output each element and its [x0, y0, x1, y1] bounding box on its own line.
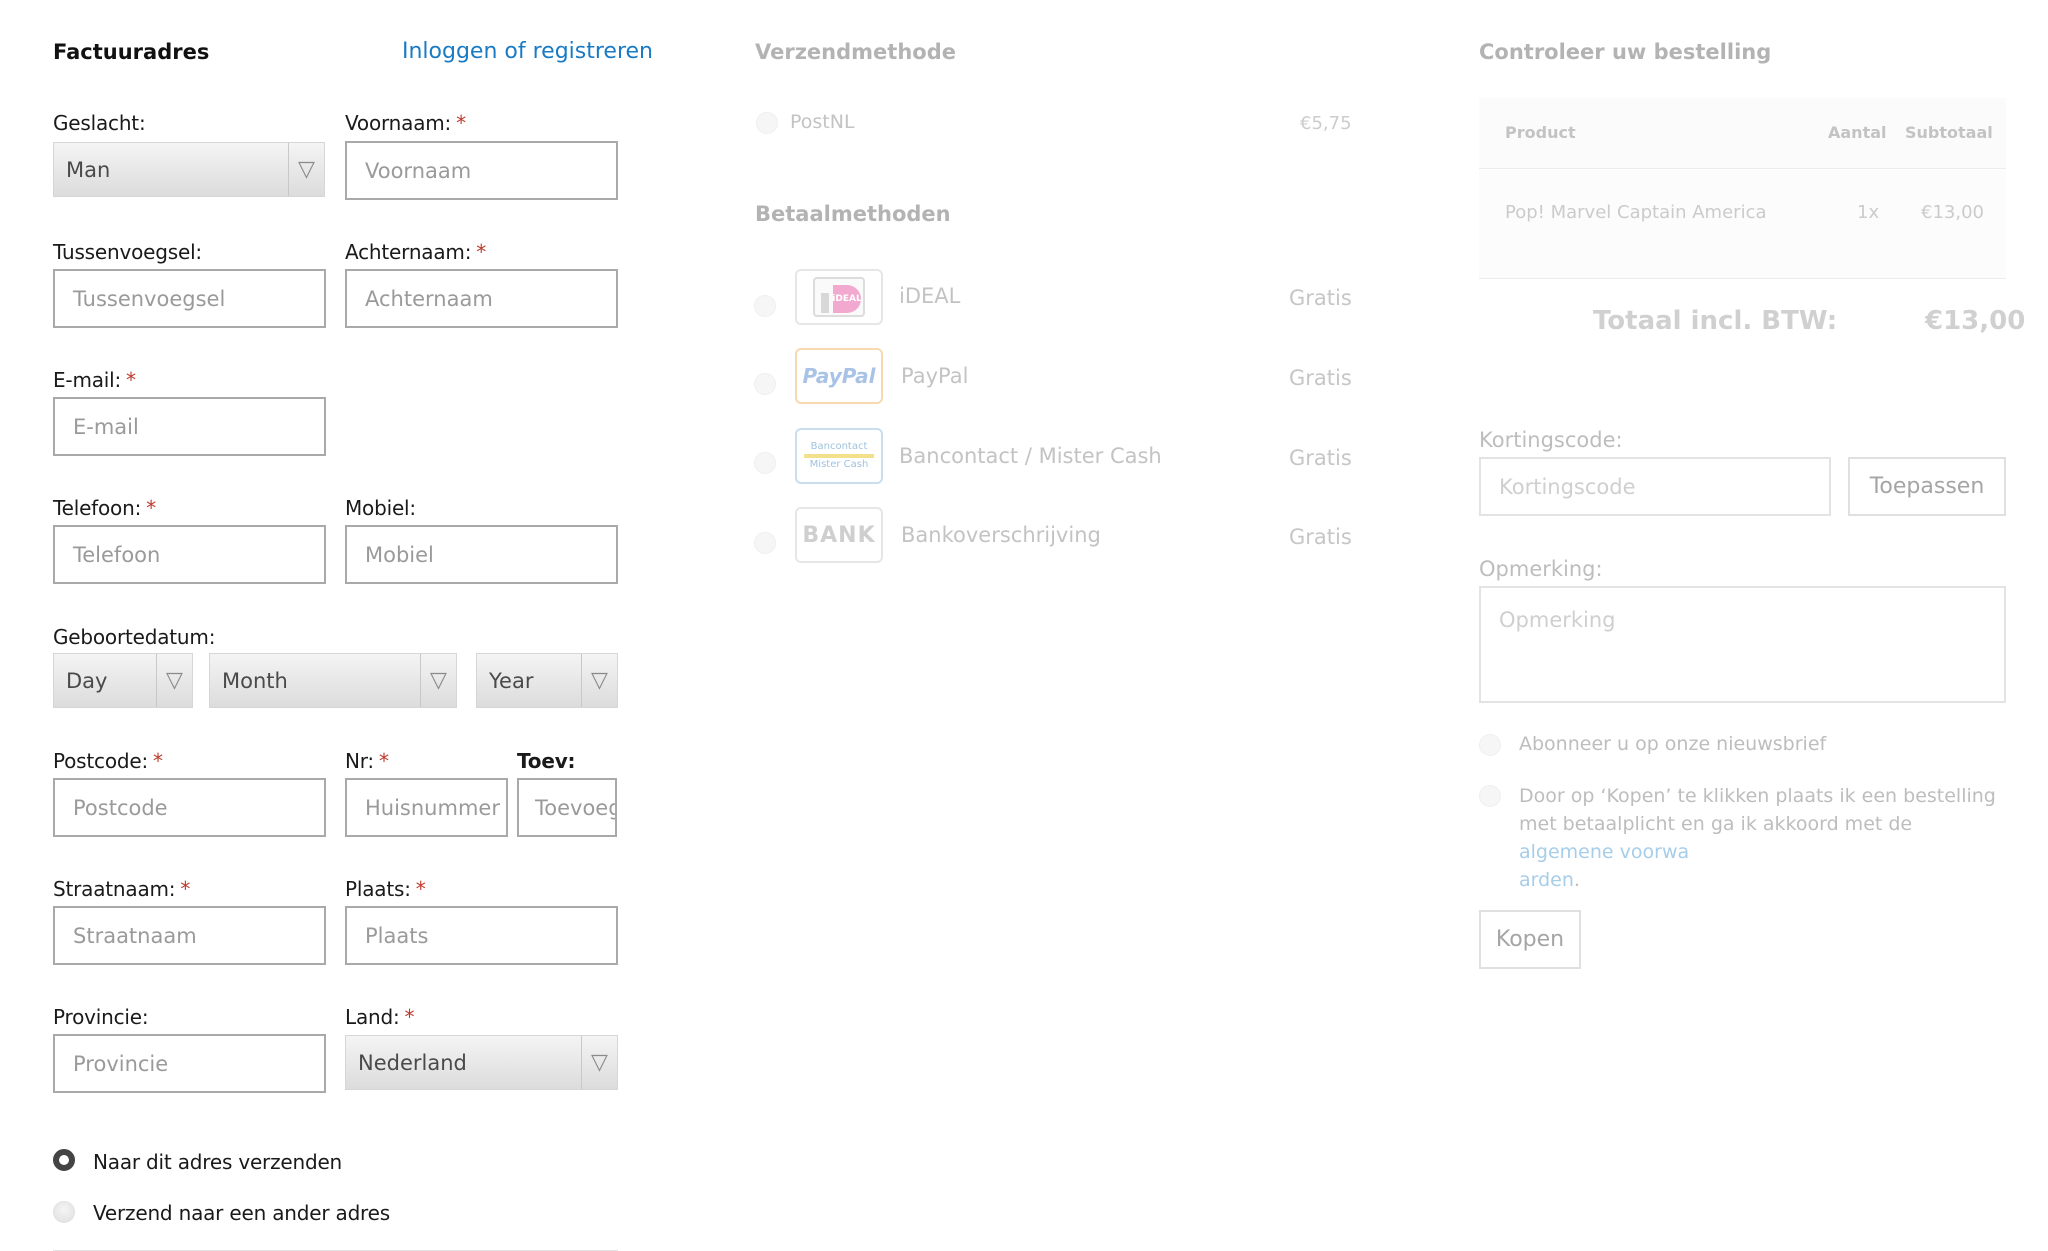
addition-label: Toev:	[517, 749, 576, 773]
province-label: Provincie:	[53, 1005, 149, 1029]
ideal-logo-text: iDEAL	[832, 285, 862, 313]
bancontact-logo-bottom: Mister Cash	[809, 459, 869, 470]
mobile-input[interactable]: Mobiel	[345, 525, 618, 584]
lastname-label: Achternaam: *	[345, 240, 487, 264]
city-label: Plaats: *	[345, 877, 426, 901]
ideal-logo: iDEAL	[795, 269, 883, 325]
newsletter-label: Abonneer u op onze nieuwsbrief	[1519, 733, 1827, 755]
buy-button[interactable]: Kopen	[1479, 910, 1581, 969]
review-title: Controleer uw bestelling	[1479, 40, 1772, 64]
addition-input[interactable]: Toevoeging	[517, 778, 617, 837]
infix-label: Tussenvoegsel:	[53, 240, 202, 264]
bank-price: Gratis	[1289, 525, 1352, 549]
chevron-down-icon: ▽	[420, 654, 456, 707]
mobile-label: Mobiel:	[345, 496, 416, 520]
terms-checkbox[interactable]	[1479, 785, 1501, 807]
housenumber-input[interactable]: Huisnummer	[345, 778, 508, 837]
newsletter-checkbox[interactable]	[1479, 734, 1501, 756]
birth-day-select[interactable]: Day ▽	[53, 653, 193, 708]
bank-label: Bankoverschrijving	[901, 523, 1101, 547]
ship-same-label: Naar dit adres verzenden	[93, 1150, 343, 1174]
postnl-label: PostNL	[790, 111, 855, 133]
gender-value: Man	[66, 157, 111, 182]
apply-coupon-button[interactable]: Toepassen	[1848, 457, 2006, 516]
province-input[interactable]: Provincie	[53, 1034, 326, 1093]
row-qty: 1x	[1857, 202, 1880, 223]
paypal-logo: PayPal	[795, 348, 883, 404]
paypal-radio[interactable]	[754, 373, 776, 395]
bank-logo: BANK	[795, 507, 883, 563]
remark-label: Opmerking:	[1479, 557, 1603, 581]
bancontact-logo: Bancontact Mister Cash	[795, 428, 883, 484]
bancontact-logo-top: Bancontact	[810, 441, 868, 452]
shipping-title: Verzendmethode	[755, 40, 956, 64]
street-label: Straatnaam: *	[53, 877, 191, 901]
birth-month-select[interactable]: Month ▽	[209, 653, 457, 708]
terms-link[interactable]: algemene voorwa	[1519, 841, 1689, 863]
birth-year-select[interactable]: Year ▽	[476, 653, 618, 708]
country-label: Land: *	[345, 1005, 415, 1029]
bank-radio[interactable]	[754, 532, 776, 554]
paypal-label: PayPal	[901, 364, 969, 388]
infix-input[interactable]: Tussenvoegsel	[53, 269, 326, 328]
chevron-down-icon: ▽	[581, 1036, 617, 1089]
login-register-link[interactable]: Inloggen of registreren	[402, 39, 653, 64]
phone-input[interactable]: Telefoon	[53, 525, 326, 584]
postcode-input[interactable]: Postcode	[53, 778, 326, 837]
postnl-price: €5,75	[1300, 113, 1352, 134]
postnl-radio[interactable]	[756, 112, 778, 134]
chevron-down-icon: ▽	[581, 654, 617, 707]
city-input[interactable]: Plaats	[345, 906, 618, 965]
coupon-input[interactable]: Kortingscode	[1479, 457, 1831, 516]
paypal-logo-text: PayPal	[802, 364, 876, 388]
email-input[interactable]: E-mail	[53, 397, 326, 456]
ideal-radio[interactable]	[754, 295, 776, 317]
firstname-label: Voornaam: *	[345, 111, 466, 135]
country-select[interactable]: Nederland ▽	[345, 1035, 618, 1090]
ideal-label: iDEAL	[899, 284, 961, 308]
row-product: Pop! Marvel Captain America	[1505, 202, 1767, 223]
col-qty: Aantal	[1828, 123, 1887, 142]
housenumber-label: Nr: *	[345, 749, 389, 773]
bancontact-label: Bancontact / Mister Cash	[899, 444, 1162, 468]
ship-other-radio[interactable]	[53, 1201, 75, 1223]
gender-label: Geslacht:	[53, 111, 146, 135]
birthdate-label: Geboortedatum:	[53, 625, 216, 649]
billing-title: Factuuradres	[53, 40, 210, 64]
terms-text: Door op ‘Kopen’ te klikken plaats ik een…	[1519, 785, 1996, 891]
bancontact-price: Gratis	[1289, 446, 1352, 470]
postcode-label: Postcode: *	[53, 749, 163, 773]
table-row: Pop! Marvel Captain America 1x €13,00	[1479, 170, 2006, 279]
total-label: Totaal incl. BTW:	[1593, 306, 1838, 336]
ship-other-label: Verzend naar een ander adres	[93, 1201, 390, 1225]
firstname-input[interactable]: Voornaam	[345, 141, 618, 200]
total-value: €13,00	[1925, 306, 2026, 336]
paypal-price: Gratis	[1289, 366, 1352, 390]
order-table-header: Product Aantal Subtotaal	[1479, 98, 2006, 169]
col-product: Product	[1505, 123, 1576, 142]
bancontact-radio[interactable]	[754, 452, 776, 474]
col-subtotal: Subtotaal	[1905, 123, 1993, 142]
chevron-down-icon: ▽	[156, 654, 192, 707]
payment-title: Betaalmethoden	[755, 202, 951, 226]
row-subtotal: €13,00	[1921, 202, 1984, 223]
lastname-input[interactable]: Achternaam	[345, 269, 618, 328]
ship-same-radio[interactable]	[53, 1149, 75, 1171]
email-label: E-mail: *	[53, 368, 136, 392]
remark-textarea[interactable]: Opmerking	[1479, 586, 2006, 703]
bancontact-logo-stripe	[804, 454, 874, 458]
ideal-price: Gratis	[1289, 286, 1352, 310]
phone-label: Telefoon: *	[53, 496, 156, 520]
street-input[interactable]: Straatnaam	[53, 906, 326, 965]
coupon-label: Kortingscode:	[1479, 428, 1623, 452]
chevron-down-icon: ▽	[288, 143, 324, 196]
gender-select[interactable]: Man ▽	[53, 142, 325, 197]
bank-logo-text: BANK	[802, 522, 876, 548]
terms-link-end[interactable]: arden	[1519, 869, 1574, 891]
